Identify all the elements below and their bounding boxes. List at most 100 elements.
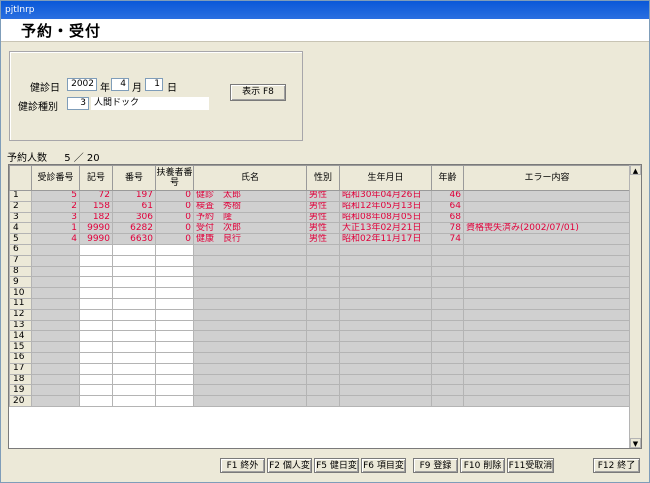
f11-button[interactable]: F11受取消: [507, 458, 554, 473]
error-cell[interactable]: [463, 243, 631, 256]
birthdate-cell[interactable]: [339, 276, 432, 289]
sex-cell[interactable]: [306, 373, 340, 386]
name-cell[interactable]: [193, 287, 307, 299]
symbol-cell[interactable]: [79, 243, 113, 256]
scroll-down-icon[interactable]: ▼: [630, 438, 641, 448]
symbol-cell[interactable]: [79, 308, 113, 321]
age-cell[interactable]: [431, 276, 464, 289]
exam-no-cell[interactable]: [31, 319, 80, 332]
age-cell[interactable]: [431, 341, 464, 353]
exam-no-cell[interactable]: [31, 395, 80, 407]
error-cell[interactable]: [463, 233, 631, 245]
name-cell[interactable]: [193, 373, 307, 386]
name-cell[interactable]: 受付 次郎: [193, 222, 307, 235]
dependent-no-cell[interactable]: [155, 341, 194, 353]
number-cell[interactable]: [112, 265, 156, 278]
dependent-no-cell[interactable]: [155, 351, 194, 364]
dependent-no-cell[interactable]: [155, 276, 194, 289]
number-cell[interactable]: [112, 341, 156, 353]
dependent-no-cell[interactable]: [155, 308, 194, 321]
birthdate-cell[interactable]: 大正13年02月21日: [339, 222, 432, 235]
error-cell[interactable]: [463, 254, 631, 267]
sex-cell[interactable]: 男性: [306, 222, 340, 235]
sex-cell[interactable]: 男性: [306, 190, 340, 202]
symbol-cell[interactable]: 158: [79, 200, 113, 213]
symbol-cell[interactable]: [79, 341, 113, 353]
exam-no-cell[interactable]: [31, 384, 80, 397]
birthdate-cell[interactable]: [339, 395, 432, 407]
exam-no-cell[interactable]: 1: [31, 222, 80, 235]
birthdate-cell[interactable]: 昭和08年08月05日: [339, 211, 432, 224]
number-cell[interactable]: [112, 330, 156, 343]
dependent-no-cell[interactable]: [155, 265, 194, 278]
dependent-no-cell[interactable]: [155, 395, 194, 407]
sex-cell[interactable]: [306, 362, 340, 375]
row-number[interactable]: 18: [9, 373, 32, 386]
birthdate-cell[interactable]: [339, 362, 432, 375]
table-row[interactable]: 3 3 182 306 0 予約 隆男性 昭和08年08月05日 68: [9, 211, 631, 224]
row-number[interactable]: 12: [9, 308, 32, 321]
number-cell[interactable]: [112, 308, 156, 321]
number-cell[interactable]: [112, 319, 156, 332]
birthdate-cell[interactable]: [339, 319, 432, 332]
symbol-cell[interactable]: [79, 265, 113, 278]
name-cell[interactable]: [193, 265, 307, 278]
exam-no-cell[interactable]: 3: [31, 211, 80, 224]
exam-no-cell[interactable]: [31, 276, 80, 289]
number-cell[interactable]: [112, 243, 156, 256]
birthdate-cell[interactable]: [339, 330, 432, 343]
birthdate-cell[interactable]: [339, 254, 432, 267]
sex-cell[interactable]: [306, 330, 340, 343]
error-cell[interactable]: [463, 330, 631, 343]
number-cell[interactable]: [112, 254, 156, 267]
name-cell[interactable]: 予約 隆: [193, 211, 307, 224]
column-header[interactable]: 生年月日: [339, 165, 432, 191]
table-row[interactable]: 12: [9, 308, 631, 321]
birthdate-cell[interactable]: [339, 265, 432, 278]
exam-type-code-input[interactable]: 3: [67, 97, 89, 110]
row-number[interactable]: 4: [9, 222, 32, 235]
sex-cell[interactable]: [306, 341, 340, 353]
table-row[interactable]: 2 2 158 61 0 検査 秀樹 男性 昭和12年05月13日 64: [9, 200, 631, 213]
sex-cell[interactable]: [306, 276, 340, 289]
name-cell[interactable]: [193, 351, 307, 364]
exam-no-cell[interactable]: [31, 287, 80, 299]
table-row[interactable]: 8: [9, 265, 631, 278]
birthdate-cell[interactable]: [339, 297, 432, 310]
error-cell[interactable]: [463, 384, 631, 397]
birthdate-cell[interactable]: [339, 373, 432, 386]
error-cell[interactable]: [463, 308, 631, 321]
age-cell[interactable]: [431, 319, 464, 332]
age-cell[interactable]: [431, 373, 464, 386]
age-cell[interactable]: [431, 308, 464, 321]
number-cell[interactable]: [112, 287, 156, 299]
sex-cell[interactable]: [306, 319, 340, 332]
dependent-no-cell[interactable]: [155, 297, 194, 310]
error-cell[interactable]: [463, 276, 631, 289]
birthdate-cell[interactable]: [339, 308, 432, 321]
year-input[interactable]: 2002: [67, 78, 97, 91]
show-button[interactable]: 表示 F8: [230, 84, 286, 101]
dependent-no-cell[interactable]: [155, 287, 194, 299]
symbol-cell[interactable]: 9990: [79, 233, 113, 245]
exam-no-cell[interactable]: [31, 243, 80, 256]
name-cell[interactable]: [193, 276, 307, 289]
exam-no-cell[interactable]: 2: [31, 200, 80, 213]
row-number[interactable]: 11: [9, 297, 32, 310]
reservation-grid[interactable]: 受診番号 記号 番号 扶養者番号 氏名 性別 生年月日 年齢 エラー内容 157…: [8, 164, 642, 449]
table-row[interactable]: 20: [9, 395, 631, 407]
table-row[interactable]: 19: [9, 384, 631, 397]
error-cell[interactable]: [463, 297, 631, 310]
dependent-no-cell[interactable]: 0: [155, 190, 194, 202]
row-number[interactable]: 3: [9, 211, 32, 224]
row-number[interactable]: 20: [9, 395, 32, 407]
exam-no-cell[interactable]: [31, 265, 80, 278]
sex-cell[interactable]: [306, 254, 340, 267]
row-number[interactable]: 19: [9, 384, 32, 397]
column-header[interactable]: エラー内容: [463, 165, 631, 191]
sex-cell[interactable]: [306, 395, 340, 407]
table-row[interactable]: 15: [9, 341, 631, 353]
number-cell[interactable]: [112, 351, 156, 364]
row-number[interactable]: 6: [9, 243, 32, 256]
exam-no-cell[interactable]: 4: [31, 233, 80, 245]
